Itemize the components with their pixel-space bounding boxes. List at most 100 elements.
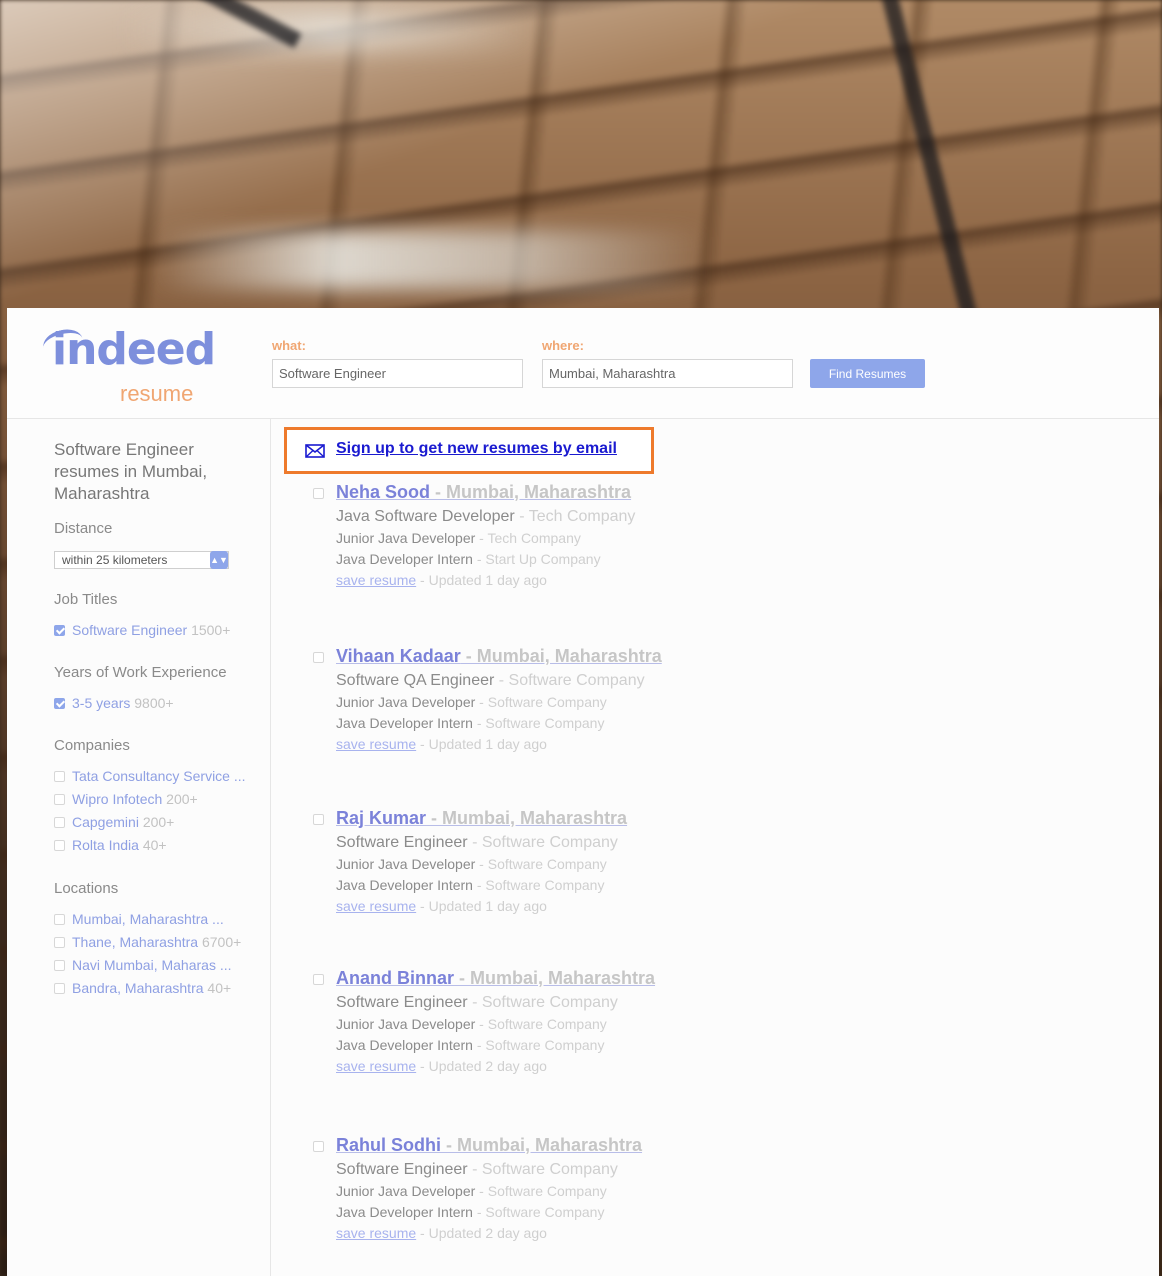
result-checkbox[interactable] [313,814,324,825]
distance-select[interactable]: within 25 kilometers ▲▼ [54,551,229,569]
current-role: Software Engineer [336,994,468,1011]
find-resumes-button[interactable]: Find Resumes [810,359,925,388]
what-input[interactable] [272,359,523,388]
resume-result: Neha Sood - Mumbai, Maharashtra Java Sof… [313,482,733,591]
logo-indeed[interactable]: indeed [52,324,216,375]
updated-time: - Updated 1 day ago [416,898,547,914]
filter-label: 3-5 years [72,695,131,711]
checkbox-icon[interactable] [54,937,65,948]
checkbox-icon[interactable] [54,983,65,994]
current-role: Software Engineer [336,1161,468,1178]
resume-result: Rahul Sodhi - Mumbai, Maharashtra Softwa… [313,1135,733,1244]
past-role: Junior Java Developer [336,530,476,546]
what-label: what: [272,338,306,353]
result-checkbox[interactable] [313,1141,324,1152]
filter-count: 200+ [142,814,175,830]
filter-label: Rolta India [72,837,139,853]
current-company: - Software Company [467,1161,618,1178]
candidate-location: - Mumbai, Maharashtra [426,808,628,828]
past-role: Java Developer Intern [336,1037,473,1053]
checkbox-icon[interactable] [54,817,65,828]
save-resume-link[interactable]: save resume [336,736,416,752]
past-company: - Software Company [475,856,607,872]
past-role: Junior Java Developer [336,856,476,872]
checkbox-icon[interactable] [54,794,65,805]
filter-label: Navi Mumbai, Maharas ... [72,957,232,973]
checkbox-icon[interactable] [54,840,65,851]
filter-count: 40+ [207,980,232,996]
filter-label: Wipro Infotech [72,791,163,807]
save-resume-link[interactable]: save resume [336,1225,416,1241]
checkbox-icon[interactable] [54,914,65,925]
save-resume-link[interactable]: save resume [336,898,416,914]
current-role: Java Software Developer [336,508,515,525]
select-arrows-icon: ▲▼ [210,551,228,569]
past-company: - Start Up Company [472,551,601,567]
filter-experience-3-5[interactable]: 3-5 years 9800+ [54,695,174,711]
candidate-name-link[interactable]: Anand Binnar - Mumbai, Maharashtra [336,968,655,989]
filter-label: Software Engineer [72,622,188,638]
past-company: - Software Company [472,1037,605,1053]
filter-company[interactable]: Tata Consultancy Service ... [54,768,246,784]
background-skylight [120,10,540,50]
filter-count: 1500+ [191,622,231,638]
checkbox-icon[interactable] [54,771,65,782]
candidate-location: - Mumbai, Maharashtra [430,482,632,502]
checkbox-checked-icon[interactable] [54,625,65,636]
past-role: Java Developer Intern [336,877,473,893]
filter-company[interactable]: Rolta India 40+ [54,837,167,853]
job-titles-heading: Job Titles [54,591,118,608]
save-resume-link[interactable]: save resume [336,572,416,588]
email-signup-link[interactable]: Sign up to get new resumes by email [336,440,617,458]
filter-count: 9800+ [134,695,174,711]
checkbox-icon[interactable] [54,960,65,971]
candidate-name-link[interactable]: Neha Sood - Mumbai, Maharashtra [336,482,631,503]
result-checkbox[interactable] [313,974,324,985]
filter-label: Tata Consultancy Service ... [72,768,246,784]
past-company: - Software Company [475,694,607,710]
updated-time: - Updated 1 day ago [416,736,547,752]
envelope-icon [305,444,325,458]
updated-time: - Updated 2 day ago [416,1058,547,1074]
sidebar: Software Engineer resumes in Mumbai, Mah… [7,419,271,1276]
filter-label: Thane, Maharashtra [72,934,199,950]
filter-count: 6700+ [201,934,242,950]
result-checkbox[interactable] [313,652,324,663]
result-checkbox[interactable] [313,488,324,499]
past-company: - Software Company [475,1183,607,1199]
past-company: - Software Company [475,1016,607,1032]
current-company: - Tech Company [514,508,636,525]
past-company: - Software Company [472,715,605,731]
locations-heading: Locations [54,880,119,897]
where-input[interactable] [542,359,793,388]
past-company: - Software Company [472,1204,605,1220]
candidate-name-link[interactable]: Vihaan Kadaar - Mumbai, Maharashtra [336,646,662,667]
background-skylight [150,230,710,290]
email-signup-box[interactable]: Sign up to get new resumes by email [284,427,654,474]
checkbox-checked-icon[interactable] [54,698,65,709]
filter-location[interactable]: Thane, Maharashtra 6700+ [54,934,241,950]
filter-company[interactable]: Wipro Infotech 200+ [54,791,198,807]
resume-result: Raj Kumar - Mumbai, Maharashtra Software… [313,808,733,917]
save-resume-link[interactable]: save resume [336,1058,416,1074]
past-role: Java Developer Intern [336,715,473,731]
companies-heading: Companies [54,737,130,754]
distance-heading: Distance [54,520,113,537]
filter-location[interactable]: Navi Mumbai, Maharas ... [54,957,232,973]
candidate-name-link[interactable]: Rahul Sodhi - Mumbai, Maharashtra [336,1135,642,1156]
candidate-name-link[interactable]: Raj Kumar - Mumbai, Maharashtra [336,808,627,829]
filter-company[interactable]: Capgemini 200+ [54,814,174,830]
filter-job-title-software-engineer[interactable]: Software Engineer 1500+ [54,622,230,638]
filter-label: Capgemini [72,814,139,830]
past-role: Junior Java Developer [336,1183,476,1199]
candidate-location: - Mumbai, Maharashtra [454,968,656,988]
filter-location[interactable]: Mumbai, Maharashtra ... [54,911,224,927]
candidate-location: - Mumbai, Maharashtra [460,646,662,666]
filter-location[interactable]: Bandra, Maharashtra 40+ [54,980,231,996]
where-label: where: [542,338,584,353]
past-role: Java Developer Intern [336,551,473,567]
past-role: Java Developer Intern [336,1204,473,1220]
logo-resume[interactable]: resume [120,381,193,407]
filter-count: 200+ [166,791,198,807]
candidate-location: - Mumbai, Maharashtra [441,1135,643,1155]
